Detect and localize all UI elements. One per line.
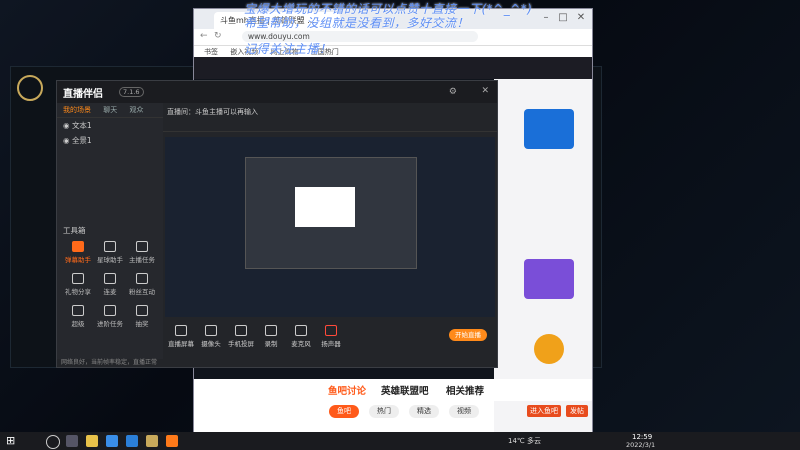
speaker-button[interactable]: 扬声器: [317, 325, 345, 348]
browser-taskbar-icon[interactable]: [126, 435, 138, 447]
tool-gift[interactable]: 礼物分享: [63, 273, 93, 296]
stream-preview[interactable]: [165, 137, 495, 317]
screen-capture-button[interactable]: 直播屏幕: [167, 325, 195, 348]
record-button[interactable]: 录制: [257, 325, 285, 348]
tool-super[interactable]: 超级: [63, 305, 93, 328]
btn-label: 录制: [264, 340, 278, 348]
tab-lol-bar[interactable]: 英雄联盟吧: [381, 383, 429, 397]
game-taskbar-icon[interactable]: [146, 435, 158, 447]
tab-discuss[interactable]: 鱼吧讨论: [328, 383, 366, 397]
room-toolbar: 直播间：斗鱼主播可以再输入: [163, 103, 497, 132]
pill-item[interactable]: 精选: [409, 405, 439, 418]
taskbar: ⊞ 14℃ 多云 12:59 2022/3/1: [0, 432, 800, 450]
promo-banner[interactable]: [524, 109, 574, 149]
pill-item[interactable]: 视频: [449, 405, 479, 418]
tool-lottery[interactable]: 抽奖: [127, 305, 157, 328]
scene-panel: 我的场景 聊天 观众 ◉ 文本1 ◉ 全景1 工具箱 弹幕助手 星球助手 主播任…: [57, 103, 163, 359]
overlay-line: 记得关注主播！: [244, 42, 332, 56]
scene-label: 全景1: [71, 136, 92, 145]
tool-star[interactable]: 星球助手: [95, 241, 125, 264]
post-button[interactable]: 发帖: [566, 405, 588, 417]
btn-label: 直播屏幕: [168, 340, 194, 348]
minimize-icon[interactable]: –: [539, 12, 553, 24]
phone-cast-button[interactable]: 手机投屏: [227, 325, 255, 348]
tool-danmu[interactable]: 弹幕助手: [63, 241, 93, 264]
status-bar: 网络良好，当前帧率稳定，直播正常: [61, 359, 158, 366]
clock-time[interactable]: 12:59: [632, 433, 652, 441]
overlay-line: 希望帮助，没组就是没看到，多好交流！: [244, 16, 470, 30]
maximize-icon[interactable]: □: [556, 12, 570, 24]
tool-label: 抽奖: [135, 320, 149, 328]
search-icon[interactable]: [46, 435, 60, 449]
weather[interactable]: 14℃ 多云: [508, 436, 541, 446]
toolbox-label: 工具箱: [63, 226, 86, 235]
tab-recommend[interactable]: 相关推荐: [446, 383, 484, 397]
camera-button[interactable]: 摄像头: [197, 325, 225, 348]
tool-task[interactable]: 主播任务: [127, 241, 157, 264]
room-title[interactable]: 直播间：斗鱼主播可以再输入: [167, 107, 258, 117]
clock-date[interactable]: 2022/3/1: [626, 441, 655, 449]
explorer-icon[interactable]: [86, 435, 98, 447]
tool-label: 进阶任务: [97, 320, 123, 328]
edge-icon[interactable]: [106, 435, 118, 447]
tool-label: 主播任务: [129, 256, 155, 264]
tool-label: 星球助手: [97, 256, 123, 264]
close-icon[interactable]: ✕: [574, 12, 588, 24]
streaming-taskbar-icon[interactable]: [166, 435, 178, 447]
gift-icon[interactable]: [534, 334, 564, 364]
task-view-icon[interactable]: [66, 435, 78, 447]
game-logo-icon: [17, 75, 43, 101]
bookmark-item[interactable]: 书签: [204, 48, 218, 56]
tab-scenes[interactable]: 我的场景: [63, 106, 91, 114]
app-logo: 直播伴侣: [63, 89, 103, 100]
promo-card[interactable]: [524, 259, 574, 299]
tool-label: 超级: [71, 320, 85, 328]
pill-item[interactable]: 鱼吧: [329, 405, 359, 418]
tool-advanced[interactable]: 进阶任务: [95, 305, 125, 328]
back-icon[interactable]: ←: [200, 31, 208, 41]
windows-start-icon[interactable]: ⊞: [6, 434, 15, 447]
scene-label: 文本1: [71, 121, 92, 130]
btn-label: 摄像头: [201, 340, 221, 348]
section-tabs: 鱼吧讨论 英雄联盟吧 相关推荐: [306, 379, 592, 401]
bottom-toolbar: 直播屏幕 摄像头 手机投屏 录制 麦克风 扬声器 开始直播: [163, 321, 497, 359]
tool-link[interactable]: 连麦: [95, 273, 125, 296]
site-header: [194, 57, 592, 79]
enter-forum-button[interactable]: 进入鱼吧: [527, 405, 561, 417]
tool-label: 弹幕助手: [65, 256, 91, 264]
tool-label: 礼物分享: [65, 288, 91, 296]
btn-label: 扬声器: [321, 340, 341, 348]
scene-item[interactable]: ◉ 全景1: [57, 133, 163, 148]
streaming-app-window[interactable]: 直播伴侣 7.1.6 ⚙ ✕ 我的场景 聊天 观众 ◉ 文本1 ◉ 全景1 工具…: [56, 80, 498, 368]
microphone-button[interactable]: 麦克风: [287, 325, 315, 348]
tab-chat[interactable]: 聊天: [103, 106, 117, 114]
version-badge: 7.1.6: [119, 87, 144, 97]
tool-fans[interactable]: 粉丝互动: [127, 273, 157, 296]
btn-label: 手机投屏: [228, 340, 254, 348]
btn-label: 麦克风: [291, 340, 311, 348]
refresh-icon[interactable]: ↻: [214, 31, 222, 41]
settings-icon[interactable]: ⚙: [449, 87, 457, 97]
tab-audience[interactable]: 观众: [129, 106, 143, 114]
scene-item[interactable]: ◉ 文本1: [57, 118, 163, 133]
tool-label: 粉丝互动: [129, 288, 155, 296]
start-live-button[interactable]: 开始直播: [449, 329, 487, 341]
tool-label: 连麦: [103, 288, 117, 296]
close-icon[interactable]: ✕: [481, 86, 489, 96]
pill-item[interactable]: 热门: [369, 405, 399, 418]
